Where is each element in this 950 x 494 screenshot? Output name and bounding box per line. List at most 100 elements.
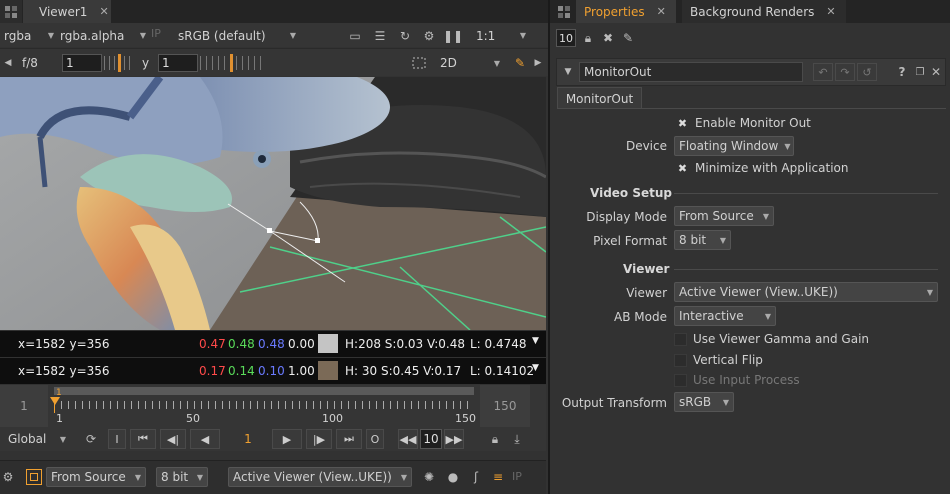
pane-menu-icon[interactable] bbox=[0, 0, 22, 23]
hsv-b: H: 30 S:0.45 V:0.17 bbox=[345, 364, 462, 378]
timeline-end[interactable]: 150 bbox=[480, 385, 530, 427]
refresh-icon[interactable]: ↻ bbox=[396, 27, 414, 44]
enable-monitor-out-checkbox[interactable]: ✖ Enable Monitor Out bbox=[676, 116, 811, 130]
gamma-field[interactable]: 1 bbox=[158, 54, 198, 72]
edit-icon[interactable]: ✎ bbox=[620, 29, 636, 47]
minimize-checkbox[interactable]: ✖ Minimize with Application bbox=[676, 161, 849, 175]
input-process-checkbox[interactable]: Use Input Process bbox=[674, 373, 800, 387]
redo-icon[interactable]: ↷ bbox=[835, 63, 855, 81]
timeline-range-bar[interactable] bbox=[54, 387, 474, 395]
tab-viewer1-label: Viewer1 bbox=[39, 4, 88, 19]
gamma-gain-checkbox[interactable]: Use Viewer Gamma and Gain bbox=[674, 332, 869, 346]
row-b-menu-icon[interactable]: ▼ bbox=[532, 363, 539, 373]
roi-dashed-icon[interactable] bbox=[410, 55, 428, 71]
timeline-start[interactable]: 1 bbox=[0, 385, 48, 427]
scope-select[interactable]: Global ▼ bbox=[8, 430, 66, 448]
zoom-select[interactable]: 1:1 ▼ bbox=[476, 27, 526, 44]
playhead-marker[interactable] bbox=[50, 397, 60, 405]
view-mode-value: 2D bbox=[440, 56, 457, 70]
close-all-icon[interactable]: ✖ bbox=[600, 29, 616, 47]
bottom-source-select[interactable]: From Source ▼ bbox=[46, 467, 146, 487]
play-back-icon[interactable]: ◀ bbox=[190, 429, 220, 449]
step-field[interactable]: 10 bbox=[420, 429, 442, 449]
bottom-depth-select[interactable]: 8 bit ▼ bbox=[156, 467, 208, 487]
close-node-icon[interactable]: ✕ bbox=[929, 63, 943, 81]
vertical-flip-checkbox[interactable]: Vertical Flip bbox=[674, 353, 763, 367]
paint-icon[interactable]: ✎ bbox=[512, 55, 528, 71]
viewer-select[interactable]: Active Viewer (View..UKE)) ▼ bbox=[674, 282, 938, 302]
in-point-button[interactable]: I bbox=[108, 429, 126, 449]
display-mode-select[interactable]: From Source ▼ bbox=[674, 206, 774, 226]
ip-toggle[interactable]: IP bbox=[151, 27, 171, 44]
close-icon[interactable]: ✕ bbox=[99, 5, 108, 18]
export-icon[interactable]: ⤓ bbox=[508, 430, 526, 448]
tab-viewer1[interactable]: Viewer1 ✕ bbox=[23, 0, 111, 23]
next-key-icon[interactable]: |▶ bbox=[306, 429, 332, 449]
caret-left-icon[interactable]: ◀ bbox=[2, 55, 14, 70]
gain-slider[interactable] bbox=[104, 54, 134, 72]
step-back-icon[interactable]: ◀◀ bbox=[398, 429, 418, 449]
prev-key-icon[interactable]: ◀| bbox=[160, 429, 186, 449]
gamma-slider[interactable] bbox=[200, 54, 262, 72]
tick-150: 150 bbox=[455, 412, 476, 425]
out-point-button[interactable]: O bbox=[366, 429, 384, 449]
ab-mode-select[interactable]: Interactive ▼ bbox=[674, 306, 776, 326]
collapse-icon[interactable]: ▼ bbox=[561, 64, 575, 80]
loop-icon[interactable]: ⟳ bbox=[80, 430, 102, 448]
gear-icon[interactable]: ⚙ bbox=[0, 468, 16, 486]
fstop-label[interactable]: f/8 bbox=[22, 56, 52, 70]
properties-pane-menu-icon[interactable] bbox=[554, 0, 574, 23]
caret-right-icon[interactable]: ▶ bbox=[532, 55, 544, 71]
output-transform-value: sRGB bbox=[679, 395, 712, 409]
circles-icon[interactable]: ● bbox=[444, 468, 462, 486]
current-frame-field[interactable]: 1 bbox=[228, 430, 268, 448]
alpha-select[interactable]: rgba.alpha ▼ bbox=[60, 27, 146, 44]
help-icon[interactable]: ? bbox=[895, 63, 909, 81]
device-select[interactable]: Floating Window ▼ bbox=[674, 136, 794, 156]
float-icon[interactable]: ❐ bbox=[913, 63, 927, 81]
viewer-value: Active Viewer (View..UKE)) bbox=[679, 285, 838, 299]
node-header: ▼ MonitorOut ↶ ↷ ↺ ? ❐ ✕ bbox=[556, 58, 946, 86]
view-mode-select[interactable]: 2D ▼ bbox=[440, 55, 500, 71]
playhead-line bbox=[54, 403, 55, 413]
flash-icon[interactable]: ✺ bbox=[420, 468, 438, 486]
bottom-ip-toggle[interactable]: IP bbox=[512, 470, 530, 486]
tab-background-renders[interactable]: Background Renders ✕ bbox=[682, 0, 846, 23]
viewport-image bbox=[0, 77, 546, 330]
pane-divider[interactable] bbox=[548, 0, 550, 494]
tab-properties[interactable]: Properties ✕ bbox=[576, 0, 676, 23]
pixel-format-label: Pixel Format bbox=[593, 234, 667, 248]
timeline-ruler[interactable] bbox=[54, 401, 474, 409]
max-panels-field[interactable]: 10 bbox=[556, 29, 576, 47]
output-transform-select[interactable]: sRGB ▼ bbox=[674, 392, 734, 412]
settings-icon[interactable]: ⚙ bbox=[420, 27, 438, 44]
check-icon: ✖ bbox=[677, 116, 688, 130]
list-icon[interactable]: ☰ bbox=[371, 27, 389, 44]
bottom-depth-value: 8 bit bbox=[161, 470, 189, 484]
lock-panels-icon[interactable]: 🔒︎ bbox=[580, 29, 596, 47]
bottom-viewer-select[interactable]: Active Viewer (View..UKE)) ▼ bbox=[228, 467, 412, 487]
first-frame-icon[interactable]: ⏮ bbox=[130, 429, 156, 449]
lines-icon[interactable]: ≡ bbox=[490, 468, 506, 486]
roi-icon[interactable]: ▭ bbox=[346, 27, 364, 44]
monitor-out-icon[interactable] bbox=[26, 469, 42, 485]
gain-field[interactable]: 1 bbox=[62, 54, 102, 72]
undo-icon[interactable]: ↶ bbox=[813, 63, 833, 81]
viewer-divider bbox=[674, 269, 938, 270]
pause-icon[interactable]: ❚❚ bbox=[443, 27, 463, 44]
step-forward-icon[interactable]: ▶▶ bbox=[444, 429, 464, 449]
colorspace-select[interactable]: sRGB (default) ▼ bbox=[178, 27, 296, 44]
close-properties-icon[interactable]: ✕ bbox=[657, 5, 666, 18]
last-frame-icon[interactable]: ⏭ bbox=[336, 429, 362, 449]
node-name-field[interactable]: MonitorOut bbox=[579, 62, 803, 82]
revert-icon[interactable]: ↺ bbox=[857, 63, 877, 81]
viewport[interactable] bbox=[0, 77, 546, 330]
play-forward-icon[interactable]: ▶ bbox=[272, 429, 302, 449]
tab-monitorout[interactable]: MonitorOut bbox=[557, 87, 642, 109]
lock-icon[interactable]: 🔒︎ bbox=[487, 430, 503, 448]
channels-select[interactable]: rgba ▼ bbox=[4, 27, 54, 44]
close-background-renders-icon[interactable]: ✕ bbox=[826, 5, 835, 18]
row-a-menu-icon[interactable]: ▼ bbox=[532, 336, 539, 346]
pixel-format-select[interactable]: 8 bit ▼ bbox=[674, 230, 731, 250]
swap-icon[interactable]: ʃ bbox=[468, 468, 484, 486]
